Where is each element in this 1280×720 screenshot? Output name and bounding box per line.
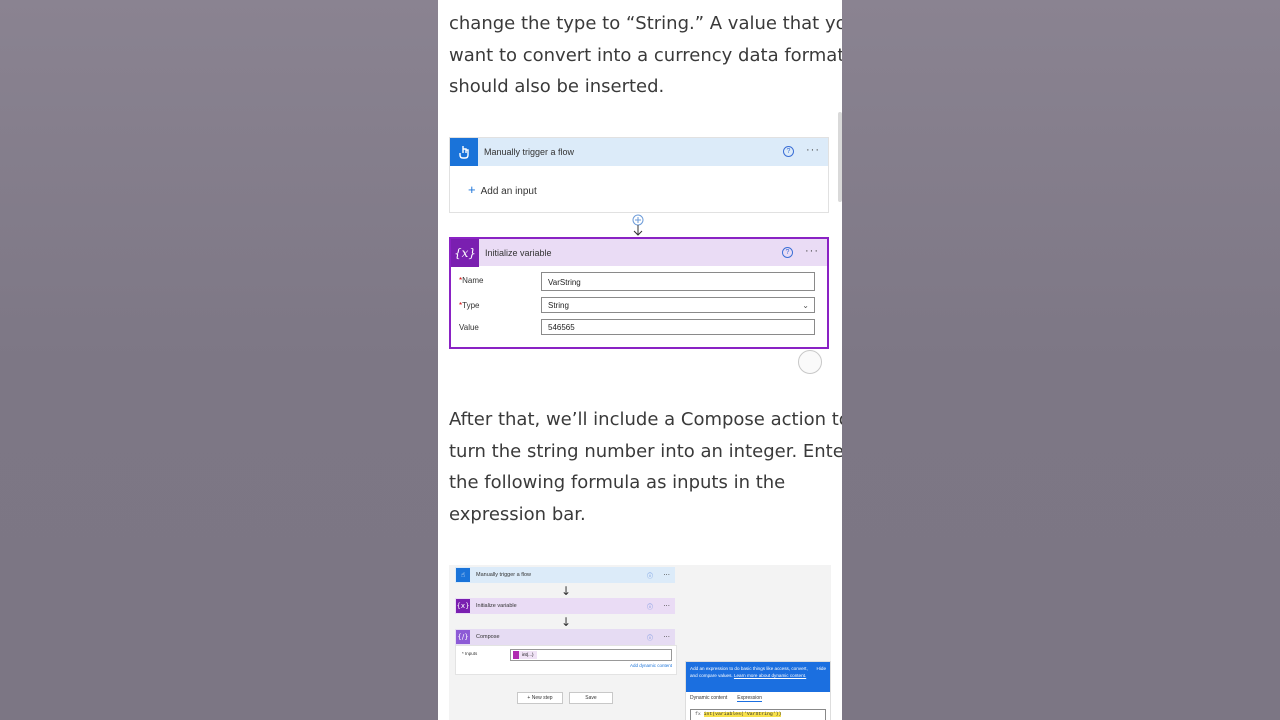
help-icon[interactable]: ? (783, 146, 794, 157)
add-input-label: Add an input (480, 186, 537, 197)
background-left (0, 0, 438, 720)
more-options-icon[interactable]: ··· (805, 245, 819, 257)
trigger-card-header[interactable]: Manually trigger a flow ? ··· (450, 138, 828, 166)
tab-expression[interactable]: Expression (737, 695, 762, 702)
help-icon[interactable]: ⓘ (647, 633, 653, 642)
paragraph-line: the following formula as inputs in the (449, 472, 786, 493)
paragraph-line: change the type to “String.” A value tha… (449, 13, 842, 34)
help-icon[interactable]: ⓘ (647, 602, 653, 611)
inputs-label: * Inputs (462, 651, 478, 656)
hide-button[interactable]: Hide (817, 665, 826, 672)
hand-touch-icon: ☝ (456, 568, 470, 582)
paragraph-line: want to convert into a currency data for… (449, 44, 842, 66)
variable-icon: {x} (456, 599, 470, 613)
expression-token[interactable]: int(...) (513, 651, 537, 659)
mini-trigger-card[interactable]: ☝ Manually trigger a flow ⓘ ··· (455, 567, 675, 583)
insert-step-connector[interactable] (632, 213, 644, 237)
name-label: *Name (459, 276, 484, 285)
more-options-icon[interactable]: ··· (806, 144, 820, 156)
name-field[interactable]: VarString (541, 272, 815, 291)
expression-input[interactable]: fx int(variables('VarString')) (690, 709, 826, 720)
more-options-icon[interactable]: ··· (663, 633, 670, 641)
chevron-down-icon: ⌄ (802, 301, 809, 310)
help-icon[interactable]: ⓘ (647, 571, 653, 580)
variable-icon: {x} (451, 238, 479, 267)
expression-panel: Add an expression to do basic things lik… (685, 661, 831, 720)
more-options-icon[interactable]: ··· (663, 602, 670, 610)
expression-help-banner: Add an expression to do basic things lik… (686, 662, 830, 692)
more-options-icon[interactable]: ··· (663, 571, 670, 579)
help-icon[interactable]: ? (782, 247, 793, 258)
compose-icon: {/} (456, 630, 470, 644)
add-dynamic-content-link[interactable]: Add dynamic content (630, 663, 672, 668)
scrollbar[interactable] (838, 112, 842, 202)
trigger-card[interactable]: Manually trigger a flow ? ··· + Add an in… (449, 137, 829, 213)
type-label: *Type (459, 301, 480, 310)
inputs-field[interactable]: int(...) (510, 649, 672, 661)
type-select[interactable]: String ⌄ (541, 297, 815, 313)
expression-text: int(variables('VarString')) (703, 712, 782, 717)
paragraph-compose: After that, we’ll include a Compose acti… (449, 404, 842, 530)
article-column[interactable]: change the type to “String.” A value tha… (438, 0, 842, 720)
flow-screenshot-compose: ☝ Manually trigger a flow ⓘ ··· ↓ {x} In… (449, 565, 831, 720)
initialize-variable-title: Initialize variable (485, 247, 552, 258)
initialize-variable-card[interactable]: {x} Initialize variable ? ··· *Name VarS… (449, 237, 829, 349)
mini-variable-card[interactable]: {x} Initialize variable ⓘ ··· (455, 598, 675, 614)
new-step-button[interactable]: + New step (517, 692, 563, 704)
tab-dynamic-content[interactable]: Dynamic content (690, 695, 727, 702)
mini-trigger-title: Manually trigger a flow (476, 572, 532, 578)
paragraph-line: should also be inserted. (449, 76, 665, 97)
flow-screenshot-initialize: Manually trigger a flow ? ··· + Add an in… (449, 137, 829, 374)
arrow-down-icon: ↓ (561, 615, 572, 629)
mini-variable-title: Initialize variable (476, 603, 517, 609)
background-right (842, 0, 1280, 720)
cursor-indicator (798, 350, 822, 374)
save-button[interactable]: Save (569, 692, 613, 704)
hand-touch-icon (450, 138, 478, 166)
value-label: Value (459, 323, 479, 332)
add-input-button[interactable]: + Add an input (468, 182, 537, 197)
trigger-title: Manually trigger a flow (484, 147, 575, 157)
type-select-value: String (548, 301, 569, 310)
paragraph-type-string: change the type to “String.” A value tha… (449, 8, 842, 103)
value-field[interactable]: 546565 (541, 319, 815, 335)
arrow-down-icon: ↓ (561, 584, 572, 598)
mini-compose-title: Compose (476, 634, 500, 640)
paragraph-line: expression bar. (449, 503, 586, 525)
mini-compose-card[interactable]: {/} Compose ⓘ ··· (455, 629, 675, 645)
plus-icon: + (468, 182, 476, 197)
expression-tabs: Dynamic content Expression (686, 692, 830, 705)
compose-body: * Inputs int(...) Add dynamic content (455, 645, 677, 675)
initialize-variable-header[interactable]: {x} Initialize variable ? ··· (451, 238, 827, 267)
learn-more-link[interactable]: Learn more about dynamic content. (734, 673, 806, 678)
paragraph-line: After that, we’ll include a Compose acti… (449, 409, 842, 430)
paragraph-line: turn the string number into an integer. … (449, 440, 842, 462)
